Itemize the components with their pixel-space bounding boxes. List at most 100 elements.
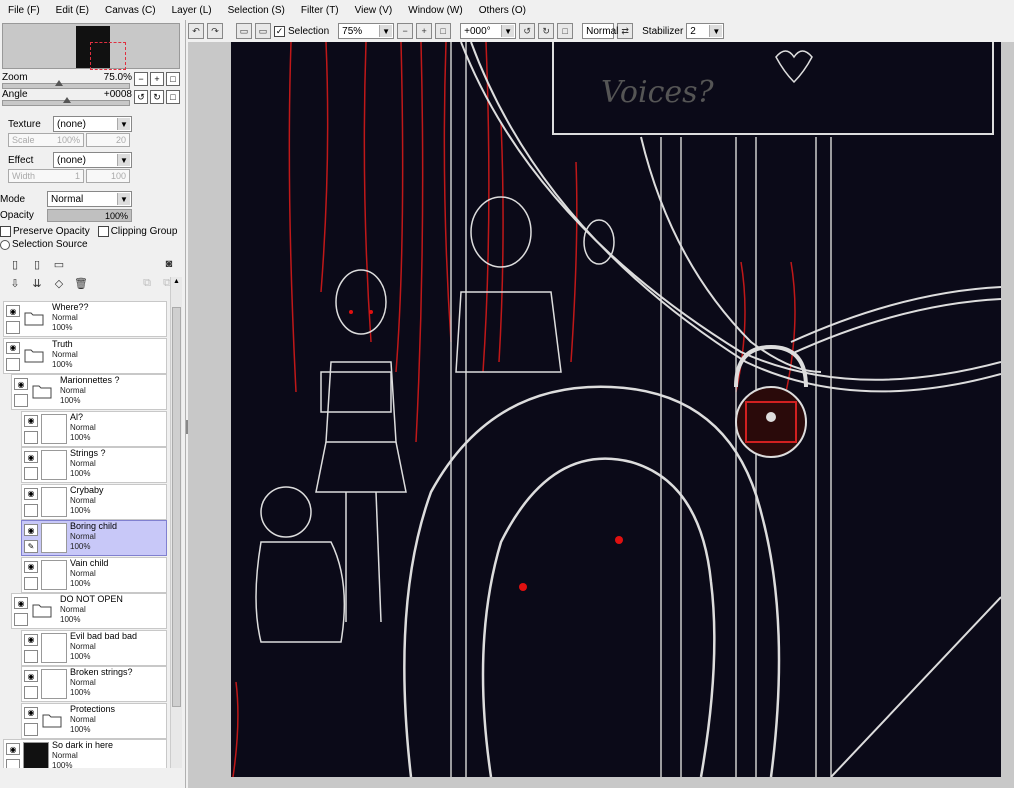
menu-selection[interactable]: Selection (S) — [220, 5, 293, 16]
layer-mode: Normal — [70, 495, 96, 505]
lock-toggle[interactable] — [24, 649, 38, 663]
eye-icon[interactable]: ◉ — [24, 524, 38, 536]
lock-toggle[interactable] — [6, 321, 20, 334]
navigator[interactable] — [2, 23, 180, 70]
menu-view[interactable]: View (V) — [347, 5, 401, 16]
angle-slider[interactable] — [2, 97, 130, 106]
deselect-button[interactable]: ▭ — [236, 23, 252, 39]
layer-row[interactable]: ◉ DO NOT OPEN Normal 100% — [11, 593, 167, 629]
menu-layer[interactable]: Layer (L) — [164, 5, 220, 16]
lock-toggle[interactable] — [24, 686, 38, 699]
redo-button[interactable]: ↷ — [207, 23, 223, 39]
preserve-opacity-checkbox[interactable] — [0, 226, 11, 237]
zoom-select[interactable]: 75% ▼ — [338, 23, 395, 39]
lock-toggle[interactable] — [6, 357, 20, 371]
eye-icon[interactable]: ◉ — [24, 414, 38, 427]
zoom-in-button[interactable]: + — [416, 23, 433, 39]
menu-file[interactable]: File (F) — [0, 5, 48, 16]
new-layer-icon[interactable]: ▯ — [8, 257, 22, 271]
menu-others[interactable]: Others (O) — [471, 5, 534, 16]
lock-toggle[interactable] — [6, 759, 20, 768]
layer-row[interactable]: ◉ Al? Normal 100% — [21, 410, 167, 447]
panel-splitter[interactable] — [186, 420, 188, 434]
lock-toggle[interactable] — [24, 722, 38, 736]
selection-source-radio[interactable] — [0, 239, 10, 250]
undo-button[interactable]: ↶ — [188, 23, 204, 39]
rotate-reset-button[interactable]: □ — [557, 23, 574, 39]
rotate-left-button[interactable]: ↺ — [134, 90, 148, 104]
scale-number-field[interactable]: 20 — [86, 133, 130, 147]
zoom-in-button[interactable]: + — [150, 72, 164, 86]
eye-icon[interactable]: ◉ — [14, 378, 28, 390]
view-mode-select[interactable]: Normal — [582, 23, 618, 39]
zoom-out-button[interactable]: − — [397, 23, 414, 39]
lock-toggle[interactable] — [24, 430, 38, 444]
layer-row[interactable]: ◉ Protections Normal 100% — [21, 702, 167, 739]
menu-window[interactable]: Window (W) — [400, 5, 470, 16]
eye-icon[interactable]: ◉ — [6, 341, 20, 354]
canvas-artwork[interactable]: Voices? — [231, 42, 1001, 777]
effect-select[interactable]: (none) ▼ — [53, 152, 132, 168]
eye-icon[interactable]: ◉ — [6, 305, 20, 317]
layer-row[interactable]: ◉ Strings ? Normal 100% — [21, 447, 167, 483]
layer-opacity: 100% — [70, 651, 91, 661]
scrollbar-thumb[interactable] — [172, 307, 181, 707]
menu-canvas[interactable]: Canvas (C) — [97, 5, 164, 16]
new-linework-layer-icon[interactable]: ▯ — [30, 257, 44, 271]
width-field[interactable]: Width 1 — [8, 169, 84, 183]
rotate-right-button[interactable]: ↻ — [150, 90, 164, 104]
eye-icon[interactable]: ◉ — [6, 743, 20, 755]
opacity-slider[interactable]: 100% — [47, 209, 132, 222]
eye-icon[interactable]: ◉ — [24, 670, 38, 682]
zoom-reset-button[interactable]: □ — [435, 23, 452, 39]
pen-icon[interactable]: ✎ — [24, 540, 38, 553]
layer-row[interactable]: ◉ ✎ Boring child Normal 100% — [21, 520, 167, 556]
lock-toggle[interactable] — [24, 467, 38, 480]
lock-toggle[interactable] — [24, 576, 38, 590]
invert-selection-button[interactable]: ▭ — [255, 23, 271, 39]
rotate-left-button[interactable]: ↺ — [519, 23, 536, 39]
clipping-group-checkbox[interactable] — [97, 226, 109, 237]
layer-row[interactable]: ◉ So dark in here Normal 100% — [3, 739, 167, 768]
stabilizer-select[interactable]: 2 ▼ — [686, 23, 725, 39]
layer-row[interactable]: ◉ Vain child Normal 100% — [21, 556, 167, 593]
navigator-view-frame[interactable] — [90, 42, 126, 70]
rotate-right-button[interactable]: ↻ — [538, 23, 555, 39]
menu-filter[interactable]: Filter (T) — [293, 5, 347, 16]
layer-name: Truth — [52, 338, 73, 349]
layer-settings-icon[interactable]: ◙ — [162, 257, 176, 271]
eye-icon[interactable]: ◉ — [14, 597, 28, 609]
layer-row[interactable]: ◉ Crybaby Normal 100% — [21, 483, 167, 520]
flip-button[interactable]: ⇄ — [617, 23, 634, 39]
eye-icon[interactable]: ◉ — [24, 633, 38, 646]
layer-row[interactable]: ◉ Evil bad bad bad Normal 100% — [21, 629, 167, 666]
layer-row[interactable]: ◉ Truth Normal 100% — [3, 337, 167, 374]
menu-edit[interactable]: Edit (E) — [48, 5, 97, 16]
zoom-reset-button[interactable]: □ — [166, 72, 180, 86]
scroll-up-arrow[interactable]: ▲ — [172, 278, 181, 287]
eye-icon[interactable]: ◉ — [24, 487, 38, 500]
layer-row[interactable]: ◉ Broken strings? Normal 100% — [21, 666, 167, 702]
layer-scrollbar[interactable]: ▲ — [170, 277, 182, 768]
lock-toggle[interactable] — [14, 394, 28, 407]
width-number-field[interactable]: 100 — [86, 169, 130, 183]
angle-slider-handle[interactable] — [63, 97, 71, 103]
angle-select[interactable]: +000° ▼ — [460, 23, 517, 39]
eye-icon[interactable]: ◉ — [24, 560, 38, 573]
layer-row[interactable]: ◉ Where?? Normal 100% — [3, 301, 167, 337]
scale-field[interactable]: Scale 100% — [8, 133, 84, 147]
layer-row[interactable]: ◉ Marionnettes ? Normal 100% — [11, 374, 167, 410]
zoom-out-button[interactable]: − — [134, 72, 148, 86]
chevron-down-icon: ▼ — [117, 118, 130, 130]
texture-select[interactable]: (none) ▼ — [53, 116, 132, 132]
layer-thumbnail — [41, 486, 67, 517]
rotate-reset-button[interactable]: □ — [166, 90, 180, 104]
zoom-slider-handle[interactable] — [55, 80, 63, 86]
lock-toggle[interactable] — [24, 503, 38, 517]
blend-mode-select[interactable]: Normal ▼ — [47, 191, 132, 207]
eye-icon[interactable]: ◉ — [24, 451, 38, 463]
lock-toggle[interactable] — [14, 613, 28, 626]
eye-icon[interactable]: ◉ — [24, 706, 38, 719]
new-folder-icon[interactable]: ▭ — [52, 257, 66, 271]
selection-checkbox[interactable]: ✓ — [274, 25, 285, 37]
